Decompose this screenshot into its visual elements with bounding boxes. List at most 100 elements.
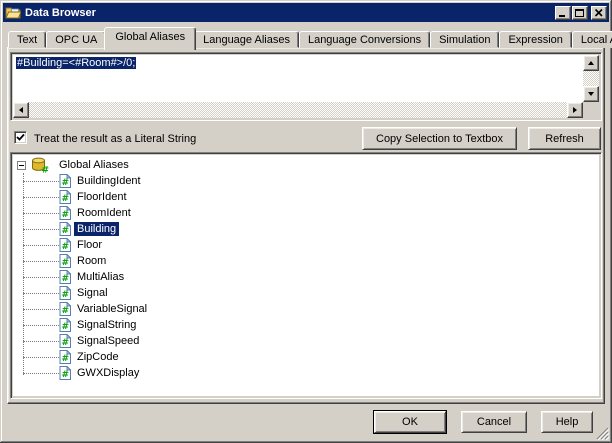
alias-page-icon: # — [59, 318, 71, 332]
tab-global-aliases[interactable]: Global Aliases — [104, 27, 196, 50]
tab-language-aliases[interactable]: Language Aliases — [194, 31, 299, 48]
tree-connector — [23, 197, 59, 198]
window-title: Data Browser — [25, 7, 554, 19]
copy-selection-button[interactable]: Copy Selection to Textbox — [362, 127, 517, 150]
ok-button[interactable]: OK — [374, 411, 446, 433]
resize-grip[interactable] — [596, 427, 609, 440]
tree-item-zipcode[interactable]: # ZipCode — [15, 349, 599, 365]
literal-string-checkbox[interactable] — [14, 131, 27, 144]
tree-item-label[interactable]: Floor — [74, 238, 105, 252]
alias-page-icon: # — [59, 366, 71, 380]
minimize-button[interactable] — [555, 6, 571, 20]
minimize-icon — [557, 8, 569, 18]
svg-text:#: # — [62, 242, 70, 252]
tree-connector — [23, 181, 59, 182]
tab-text[interactable]: Text — [8, 31, 46, 48]
tree-item-label[interactable]: SignalSpeed — [74, 334, 142, 348]
editor-text-area[interactable]: #Building=<#Room#>/0; — [13, 55, 583, 102]
tree-connector — [23, 309, 59, 310]
tab-local-aliases[interactable]: Local Aliases — [572, 31, 612, 48]
tree-connector — [23, 245, 59, 246]
scroll-down-button[interactable] — [583, 86, 599, 102]
tree-item-label[interactable]: ZipCode — [74, 350, 122, 364]
arrow-left-icon — [19, 107, 23, 113]
svg-text:#: # — [62, 370, 70, 380]
alias-page-icon: # — [59, 190, 71, 204]
close-button[interactable] — [591, 6, 607, 20]
alias-page-icon: # — [59, 206, 71, 220]
tree-item-label[interactable]: SignalString — [74, 318, 139, 332]
alias-tree-panel[interactable]: # Global Aliases # BuildingIdent # Floor… — [10, 152, 602, 399]
collapse-minus-icon[interactable] — [17, 161, 26, 170]
title-bar[interactable]: Data Browser — [3, 3, 609, 22]
arrow-right-icon — [573, 107, 577, 113]
tree-item-label[interactable]: FloorIdent — [74, 190, 130, 204]
tree-item-building-selected[interactable]: # Building — [15, 221, 599, 237]
editor-vertical-scrollbar[interactable] — [583, 55, 599, 102]
tree-root-global-aliases[interactable]: # Global Aliases — [15, 157, 599, 173]
tree-children: # BuildingIdent # FloorIdent # RoomIdent… — [15, 173, 599, 381]
tree-connector — [23, 293, 59, 294]
svg-text:#: # — [62, 338, 70, 348]
tree-item-roomident[interactable]: # RoomIdent — [15, 205, 599, 221]
alias-tree: # Global Aliases # BuildingIdent # Floor… — [13, 155, 599, 396]
checkmark-icon — [16, 133, 25, 142]
tree-connector — [23, 229, 59, 230]
svg-text:#: # — [62, 178, 70, 188]
scroll-up-button[interactable] — [583, 55, 599, 71]
alias-page-icon: # — [59, 174, 71, 188]
tree-item-label[interactable]: RoomIdent — [74, 206, 134, 220]
tree-connector — [23, 261, 59, 262]
svg-text:#: # — [62, 306, 70, 316]
svg-text:#: # — [62, 290, 70, 300]
tree-item-label[interactable]: Signal — [74, 286, 111, 300]
selected-expression-text[interactable]: #Building=<#Room#>/0; — [16, 57, 136, 69]
literal-string-label: Treat the result as a Literal String — [34, 133, 196, 145]
svg-text:#: # — [62, 322, 70, 332]
arrow-down-icon — [588, 92, 594, 96]
tree-item-signal[interactable]: # Signal — [15, 285, 599, 301]
tab-expression[interactable]: Expression — [499, 31, 571, 48]
alias-page-icon: # — [59, 254, 71, 268]
tree-item-label[interactable]: VariableSignal — [74, 302, 150, 316]
tree-item-multialias[interactable]: # MultiAlias — [15, 269, 599, 285]
tree-item-floor[interactable]: # Floor — [15, 237, 599, 253]
tab-language-conversions[interactable]: Language Conversions — [299, 31, 430, 48]
alias-page-icon: # — [59, 270, 71, 284]
tree-item-label[interactable]: Room — [74, 254, 109, 268]
tree-item-label-selected[interactable]: Building — [74, 222, 119, 236]
alias-page-icon: # — [59, 334, 71, 348]
svg-text:#: # — [62, 194, 70, 204]
tree-connector — [23, 341, 59, 342]
refresh-button[interactable]: Refresh — [528, 127, 601, 150]
tree-item-floorident[interactable]: # FloorIdent — [15, 189, 599, 205]
database-hash-icon: # — [30, 157, 48, 173]
editor-horizontal-scrollbar[interactable] — [13, 102, 583, 118]
data-browser-dialog: Data Browser Text OPC UA Global Aliases … — [0, 0, 612, 443]
tree-item-signalspeed[interactable]: # SignalSpeed — [15, 333, 599, 349]
tree-root-label[interactable]: Global Aliases — [56, 158, 132, 172]
tree-item-room[interactable]: # Room — [15, 253, 599, 269]
tab-opc-ua[interactable]: OPC UA — [46, 31, 106, 48]
expression-editor[interactable]: #Building=<#Room#>/0; — [10, 52, 602, 121]
tree-item-signalstring[interactable]: # SignalString — [15, 317, 599, 333]
maximize-button[interactable] — [572, 6, 588, 20]
cancel-button[interactable]: Cancel — [461, 411, 527, 433]
alias-page-icon: # — [59, 350, 71, 364]
tree-item-label[interactable]: BuildingIdent — [74, 174, 144, 188]
scroll-right-button[interactable] — [567, 102, 583, 118]
tree-item-label[interactable]: GWXDisplay — [74, 366, 142, 380]
help-button[interactable]: Help — [541, 411, 593, 433]
tree-item-variablesignal[interactable]: # VariableSignal — [15, 301, 599, 317]
scroll-left-button[interactable] — [13, 102, 29, 118]
alias-page-icon: # — [59, 302, 71, 316]
tree-connector — [23, 357, 59, 358]
tree-item-buildingident[interactable]: # BuildingIdent — [15, 173, 599, 189]
tree-connector — [23, 325, 59, 326]
tree-item-label[interactable]: MultiAlias — [74, 270, 127, 284]
tree-item-gwxdisplay[interactable]: # GWXDisplay — [15, 365, 599, 381]
alias-page-icon: # — [59, 238, 71, 252]
app-folder-icon — [5, 6, 21, 19]
tab-simulation[interactable]: Simulation — [430, 31, 499, 48]
tree-connector — [23, 277, 59, 278]
